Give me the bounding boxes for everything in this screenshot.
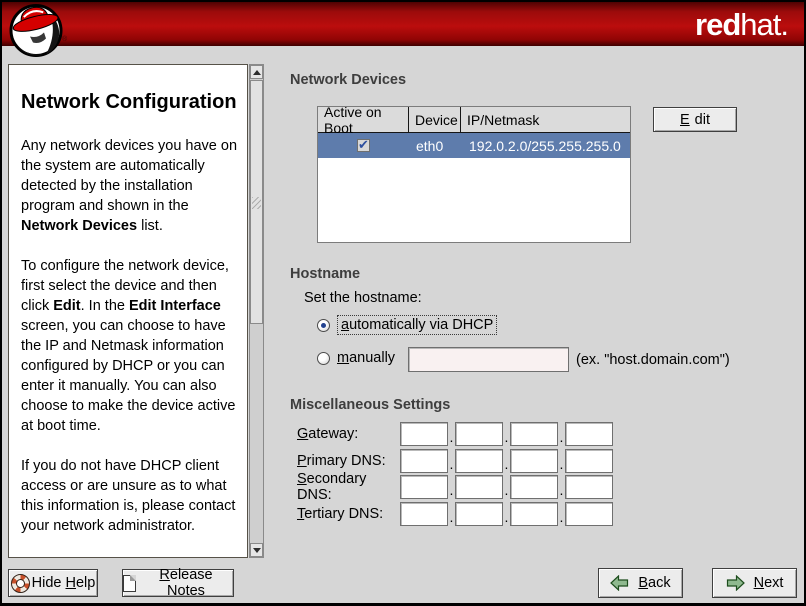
- auto-dhcp-label[interactable]: automatically via DHCP: [337, 315, 497, 335]
- hide-help-button[interactable]: Hide Help: [8, 569, 98, 597]
- next-button[interactable]: Next: [712, 568, 797, 598]
- scrollbar-grip-icon: [252, 197, 261, 209]
- edit-button[interactable]: Edit: [653, 107, 737, 132]
- redhat-shadowman-logo-icon: [8, 2, 64, 59]
- octet-separator: .: [558, 456, 565, 473]
- tertiary-dns-octet-3[interactable]: [510, 502, 558, 526]
- trademark-symbol: ®: [62, 36, 67, 43]
- release-notes-label: Release Notes: [139, 567, 233, 599]
- secondary-dns-octet-2[interactable]: [455, 475, 503, 499]
- gateway-octet-4[interactable]: [565, 422, 613, 446]
- octet-separator: .: [503, 429, 510, 446]
- redhat-wordmark: redhat.: [695, 7, 788, 43]
- tertiary-dns-label: Tertiary DNS:: [297, 506, 400, 522]
- back-arrow-icon: [610, 575, 629, 591]
- octet-separator: .: [503, 509, 510, 526]
- manual-radio[interactable]: [317, 352, 330, 365]
- gateway-octet-3[interactable]: [510, 422, 558, 446]
- octet-separator: .: [558, 429, 565, 446]
- secondary-dns-octet-3[interactable]: [510, 475, 558, 499]
- octet-separator: .: [558, 509, 565, 526]
- triangle-down-icon: [253, 548, 261, 553]
- primary-dns-octet-4[interactable]: [565, 449, 613, 473]
- device-cell: eth0: [409, 133, 461, 158]
- gateway-octet-2[interactable]: [455, 422, 503, 446]
- next-label: Next: [754, 575, 784, 591]
- column-header-ip-netmask: IP/Netmask: [461, 107, 630, 132]
- secondary-dns-octet-1[interactable]: [400, 475, 448, 499]
- octet-separator: .: [448, 509, 455, 526]
- scrollbar-thumb[interactable]: [250, 80, 263, 324]
- gateway-row: Gateway: ...: [297, 422, 613, 446]
- table-row[interactable]: eth0 192.0.2.0/255.255.255.0: [318, 133, 630, 158]
- hide-help-label: Hide Help: [32, 575, 96, 591]
- hostname-manual-option[interactable]: manually: [317, 350, 395, 366]
- column-header-active-on-boot: Active on Boot: [318, 107, 409, 132]
- column-header-device: Device: [409, 107, 461, 132]
- octet-separator: .: [448, 482, 455, 499]
- misc-settings-section-label: Miscellaneous Settings: [290, 397, 450, 413]
- primary-dns-label: Primary DNS:: [297, 453, 400, 469]
- octet-separator: .: [503, 456, 510, 473]
- back-button[interactable]: Back: [598, 568, 683, 598]
- active-on-boot-checkbox[interactable]: [357, 139, 370, 152]
- tertiary-dns-row: Tertiary DNS: ...: [297, 502, 613, 526]
- misc-settings-grid: Gateway: ... Primary DNS: ... Secondary …: [297, 422, 613, 528]
- help-scrollbar[interactable]: [249, 64, 264, 558]
- primary-dns-octet-3[interactable]: [510, 449, 558, 473]
- primary-dns-octet-2[interactable]: [455, 449, 503, 473]
- octet-separator: .: [448, 429, 455, 446]
- octet-separator: .: [503, 482, 510, 499]
- tertiary-dns-octet-2[interactable]: [455, 502, 503, 526]
- scroll-up-button[interactable]: [250, 65, 263, 79]
- tertiary-dns-octet-4[interactable]: [565, 502, 613, 526]
- ip-netmask-cell: 192.0.2.0/255.255.255.0: [461, 133, 630, 158]
- hostname-input[interactable]: [408, 347, 569, 372]
- help-paragraph-3: If you do not have DHCP client access or…: [21, 456, 239, 536]
- octet-separator: .: [558, 482, 565, 499]
- gateway-label: Gateway:: [297, 426, 400, 442]
- gateway-octet-1[interactable]: [400, 422, 448, 446]
- life-preserver-icon: [11, 574, 30, 593]
- installer-window: ® redhat. Network Configuration Any netw…: [0, 0, 806, 606]
- triangle-up-icon: [253, 70, 261, 75]
- next-arrow-icon: [726, 575, 745, 591]
- manual-label[interactable]: manually: [337, 350, 395, 366]
- secondary-dns-label: Secondary DNS:: [297, 471, 400, 503]
- release-notes-button[interactable]: Release Notes: [122, 569, 234, 597]
- hostname-example-hint: (ex. "host.domain.com"): [576, 352, 730, 368]
- octet-separator: .: [448, 456, 455, 473]
- help-paragraph-1: Any network devices you have on the syst…: [21, 136, 239, 236]
- document-icon: [123, 575, 136, 592]
- network-devices-section-label: Network Devices: [290, 72, 406, 88]
- back-label: Back: [638, 575, 670, 591]
- banner: ® redhat.: [2, 2, 804, 46]
- auto-dhcp-radio[interactable]: [317, 319, 330, 332]
- help-title: Network Configuration: [21, 87, 239, 117]
- table-header-row: Active on Boot Device IP/Netmask: [318, 107, 630, 133]
- help-panel: Network Configuration Any network device…: [8, 64, 248, 558]
- secondary-dns-row: Secondary DNS: ...: [297, 475, 613, 499]
- set-hostname-prompt: Set the hostname:: [304, 290, 422, 306]
- secondary-dns-octet-4[interactable]: [565, 475, 613, 499]
- help-paragraph-2: To configure the network device, first s…: [21, 256, 239, 436]
- network-devices-table: Active on Boot Device IP/Netmask eth0 19…: [317, 106, 631, 243]
- primary-dns-row: Primary DNS: ...: [297, 449, 613, 473]
- hostname-auto-option[interactable]: automatically via DHCP: [317, 315, 497, 335]
- scroll-down-button[interactable]: [250, 543, 263, 557]
- tertiary-dns-octet-1[interactable]: [400, 502, 448, 526]
- hostname-section-label: Hostname: [290, 266, 360, 282]
- primary-dns-octet-1[interactable]: [400, 449, 448, 473]
